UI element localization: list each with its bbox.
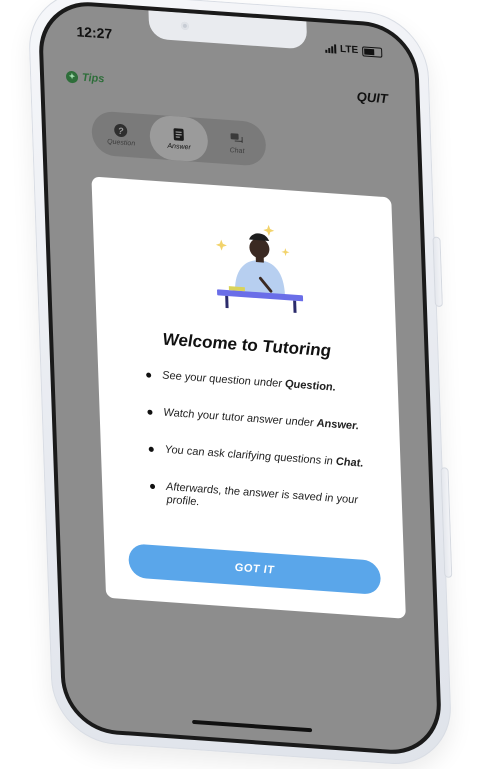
stage: 12:27 LTE ✦ Tips QUIT ? Question Answer … [0, 0, 493, 769]
welcome-modal: Welcome to Tutoring See your question un… [91, 176, 406, 619]
question-icon: ? [113, 122, 128, 137]
tab-chat-label: Chat [229, 146, 245, 155]
document-icon [171, 127, 185, 142]
battery-icon [362, 45, 383, 58]
tab-question[interactable]: ? Question [91, 110, 151, 158]
tab-question-label: Question [107, 138, 136, 148]
list-item: You can ask clarifying questions in Chat… [149, 443, 379, 472]
modal-title: Welcome to Tutoring [162, 329, 332, 361]
tips-button[interactable]: ✦ Tips [65, 70, 105, 86]
instruction-list: See your question under Question. Watch … [146, 368, 381, 546]
list-item: Afterwards, the answer is saved in your … [150, 480, 381, 522]
list-item: Watch your tutor answer under Answer. [147, 406, 377, 435]
tab-chat[interactable]: Chat [207, 119, 267, 167]
svg-text:?: ? [118, 125, 124, 135]
phone-mockup: 12:27 LTE ✦ Tips QUIT ? Question Answer … [27, 0, 453, 769]
signal-icon [325, 44, 337, 54]
tab-answer[interactable]: Answer [149, 114, 209, 163]
status-indicators: LTE [325, 43, 383, 58]
home-indicator[interactable] [192, 719, 313, 733]
network-label: LTE [339, 43, 359, 57]
tutor-illustration [215, 224, 304, 313]
status-time: 12:27 [76, 23, 113, 42]
phone-screen: 12:27 LTE ✦ Tips QUIT ? Question Answer … [41, 2, 439, 754]
tab-bar: ? Question Answer Chat [91, 110, 267, 167]
chat-icon [229, 131, 243, 146]
list-item: See your question under Question. [146, 368, 376, 397]
tips-label: Tips [81, 71, 105, 86]
got-it-button[interactable]: GOT IT [128, 543, 382, 596]
quit-button[interactable]: QUIT [356, 89, 388, 106]
bulb-icon: ✦ [65, 70, 79, 84]
front-camera-icon [180, 21, 190, 31]
volume-up-button [432, 236, 443, 308]
tab-answer-label: Answer [167, 142, 191, 151]
